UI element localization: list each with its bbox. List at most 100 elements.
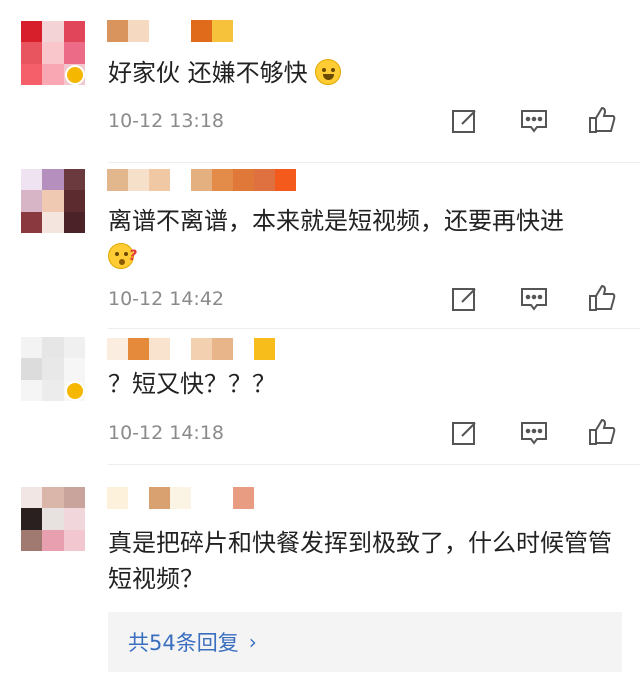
avatar-pixel — [42, 508, 64, 530]
comment-text: ？短又快？？？ — [108, 366, 622, 402]
comment-icon[interactable] — [519, 106, 549, 136]
username-pixel — [128, 20, 149, 42]
avatar-pixel — [21, 190, 43, 212]
username-pixel — [170, 169, 191, 191]
comment-text: 真是把碎片和快餐发挥到极致了，什么时候管管短视频？ — [108, 525, 622, 597]
username-pixel — [128, 338, 149, 360]
username-pixel — [107, 169, 128, 191]
username-pixel — [107, 338, 128, 360]
timestamp: 10-12 14:18 — [108, 422, 225, 444]
avatar-pixel — [63, 487, 85, 509]
reply-count-label: 共54条回复 — [128, 631, 239, 655]
edit-icon[interactable] — [450, 106, 480, 136]
username-pixelated[interactable] — [107, 20, 233, 42]
chevron-right-icon: › — [248, 630, 257, 654]
username-pixelated[interactable] — [107, 338, 275, 360]
username-pixel — [275, 169, 296, 191]
avatar-pixel — [42, 42, 64, 64]
avatar-pixel — [21, 529, 43, 551]
comment-text: 好家伙 还嫌不够快 — [108, 55, 622, 91]
avatar-pixel — [42, 211, 64, 233]
username-pixel — [191, 20, 212, 42]
avatar-pixel — [42, 358, 64, 380]
thumbs-up-icon[interactable] — [587, 105, 617, 135]
username-pixel — [191, 338, 212, 360]
username-pixel — [128, 487, 149, 509]
avatar-pixel — [21, 337, 43, 359]
username-pixel — [191, 487, 212, 509]
timestamp: 10-12 13:18 — [108, 110, 225, 132]
avatar-pixel — [21, 21, 43, 43]
username-pixel — [149, 338, 170, 360]
comment-item: 好家伙 还嫌不够快 10-12 13:18 — [0, 0, 640, 170]
thumbs-up-icon[interactable] — [587, 417, 617, 447]
avatar[interactable] — [21, 169, 85, 233]
comment-text-content: 真是把碎片和快餐发挥到极致了，什么时候管管短视频？ — [108, 529, 612, 593]
username-pixel — [233, 338, 254, 360]
avatar-pixel — [21, 211, 43, 233]
username-pixel — [233, 169, 254, 191]
avatar-pixel — [63, 190, 85, 212]
avatar-pixel — [21, 487, 43, 509]
comment-icon[interactable] — [519, 284, 549, 314]
username-pixel — [149, 169, 170, 191]
divider — [108, 328, 640, 329]
avatar-pixel — [42, 190, 64, 212]
avatar-pixel — [21, 358, 43, 380]
view-replies-button[interactable]: 共54条回复 › — [108, 612, 622, 672]
edit-icon[interactable] — [450, 284, 480, 314]
avatar-pixel — [63, 211, 85, 233]
username-pixel — [149, 20, 170, 42]
comment-icon[interactable] — [519, 418, 549, 448]
comment-text-content: 好家伙 还嫌不够快 — [108, 59, 308, 87]
comment-text-content: ？短又快？？？ — [108, 370, 276, 398]
avatar-pixel — [42, 379, 64, 401]
avatar-pixel — [21, 508, 43, 530]
username-pixel — [170, 20, 191, 42]
badge-icon — [65, 65, 85, 85]
avatar-pixel — [42, 169, 64, 191]
username-pixel — [128, 169, 149, 191]
username-pixel — [191, 169, 212, 191]
username-pixelated[interactable] — [107, 169, 296, 191]
avatar-pixel — [21, 63, 43, 85]
avatar-pixel — [63, 169, 85, 191]
username-pixel — [212, 169, 233, 191]
edit-icon[interactable] — [450, 418, 480, 448]
username-pixel — [212, 338, 233, 360]
avatar-pixel — [42, 63, 64, 85]
username-pixel — [149, 487, 170, 509]
username-pixel — [170, 338, 191, 360]
username-pixel — [212, 20, 233, 42]
timestamp: 10-12 14:42 — [108, 288, 225, 310]
username-pixel — [107, 487, 128, 509]
avatar-pixel — [42, 487, 64, 509]
username-pixelated[interactable] — [107, 487, 254, 509]
thumbs-up-icon[interactable] — [587, 283, 617, 313]
username-pixel — [254, 169, 275, 191]
thinking-question-emoji-icon: ? — [108, 243, 137, 269]
divider — [108, 162, 640, 163]
avatar[interactable] — [21, 337, 85, 401]
username-pixel — [212, 487, 233, 509]
avatar-pixel — [21, 379, 43, 401]
laughing-emoji-icon — [315, 59, 342, 85]
avatar-pixel — [21, 42, 43, 64]
comment-text-content: 离谱不离谱，本来就是短视频，还要再快进 — [108, 207, 564, 235]
username-pixel — [170, 487, 191, 509]
avatar-pixel — [63, 358, 85, 380]
avatar-pixel — [63, 529, 85, 551]
avatar-pixel — [42, 529, 64, 551]
avatar[interactable] — [21, 21, 85, 85]
comment-text: 离谱不离谱，本来就是短视频，还要再快进 ? — [108, 203, 622, 275]
avatar-pixel — [42, 21, 64, 43]
username-pixel — [107, 20, 128, 42]
username-pixel — [254, 338, 275, 360]
avatar-pixel — [63, 337, 85, 359]
avatar-pixel — [63, 21, 85, 43]
avatar[interactable] — [21, 487, 85, 551]
avatar-pixel — [63, 42, 85, 64]
badge-icon — [65, 381, 85, 401]
avatar-pixel — [63, 508, 85, 530]
username-pixel — [233, 487, 254, 509]
